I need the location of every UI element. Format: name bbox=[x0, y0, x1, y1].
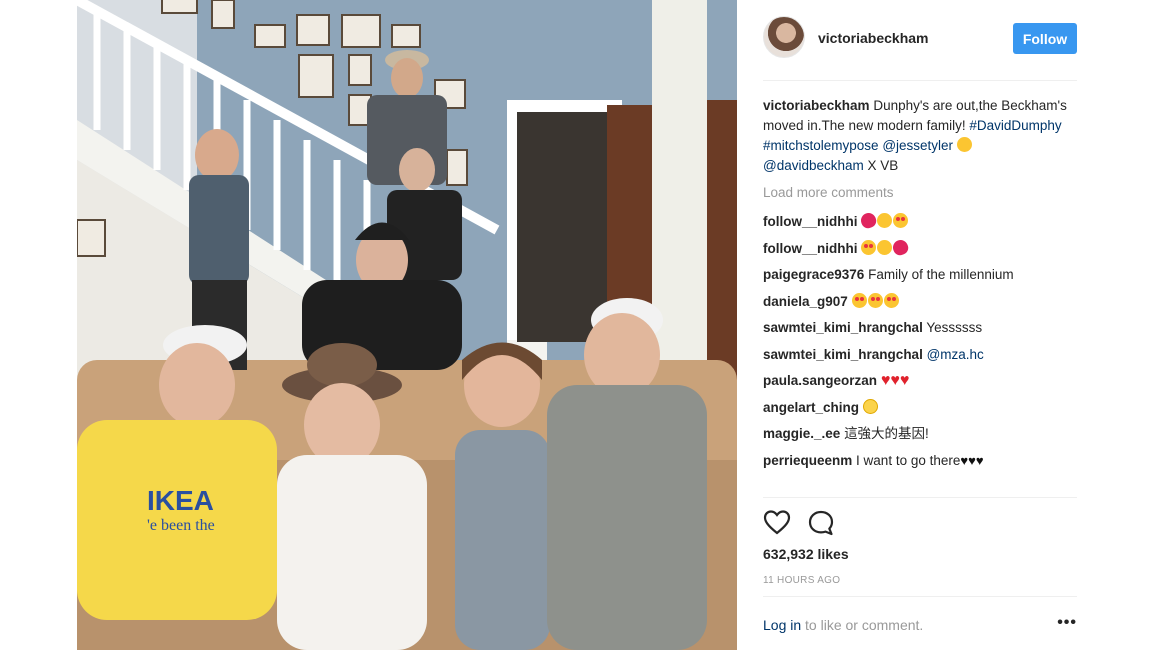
post-timestamp[interactable]: 11 HOURS AGO bbox=[763, 575, 840, 586]
comment-item: paula.sangeorzan ♥♥♥ bbox=[763, 368, 1077, 395]
kissing-emoji-icon bbox=[877, 213, 893, 228]
comment-username[interactable]: follow__nidhhi bbox=[763, 241, 858, 256]
login-link[interactable]: Log in bbox=[763, 617, 801, 633]
comment-item: sawmtei_kimi_hrangchal @mza.hc bbox=[763, 342, 1077, 369]
comment-item: maggie._.ee 這強大的基因! bbox=[763, 421, 1077, 448]
comment-item: follow__nidhhi bbox=[763, 236, 1077, 263]
smile-emoji-icon bbox=[862, 398, 878, 414]
black-heart-emoji-icon: ♥ bbox=[975, 452, 984, 468]
action-bar bbox=[763, 509, 1077, 539]
comment-text: 這強大的基因! bbox=[844, 426, 929, 441]
laughing-emoji-icon bbox=[956, 137, 972, 152]
comments-divider bbox=[763, 497, 1077, 498]
post-header: victoriabeckham Follow bbox=[763, 16, 1077, 60]
post-caption: victoriabeckham Dunphy's are out,the Bec… bbox=[763, 96, 1077, 176]
black-heart-emoji-icon: ♥ bbox=[968, 452, 976, 468]
comment-text: Family of the millennium bbox=[868, 267, 1014, 282]
comment-item: daniela_g907 bbox=[763, 289, 1077, 316]
more-options-icon[interactable]: ••• bbox=[1057, 614, 1077, 632]
lips-emoji-icon bbox=[859, 210, 879, 231]
caption-username[interactable]: victoriabeckham bbox=[763, 98, 870, 113]
post-username[interactable]: victoriabeckham bbox=[818, 30, 929, 46]
mention-davidbeckham[interactable]: @davidbeckham bbox=[763, 158, 864, 173]
comment-username[interactable]: maggie._.ee bbox=[763, 426, 840, 441]
comment-item: angelart_ching bbox=[763, 395, 1077, 422]
comment-text: Yessssss bbox=[926, 320, 983, 335]
comment-item: sawmtei_kimi_hrangchal Yessssss bbox=[763, 315, 1077, 342]
mention-jessetyler[interactable]: @jessetyler bbox=[882, 138, 953, 153]
red-heart-emoji-icon: ♥ bbox=[880, 372, 891, 389]
post-photo[interactable]: IKEA 'e been the bbox=[77, 0, 737, 650]
black-heart-emoji-icon: ♥ bbox=[960, 452, 969, 468]
kissing-emoji-icon bbox=[877, 239, 893, 255]
comment-text: I want to go there bbox=[856, 452, 961, 468]
comment-username[interactable]: paula.sangeorzan bbox=[763, 373, 877, 388]
lips-emoji-icon bbox=[891, 237, 911, 257]
comment-username[interactable]: sawmtei_kimi_hrangchal bbox=[763, 320, 923, 335]
avatar[interactable] bbox=[763, 16, 805, 58]
likes-count[interactable]: 632,932 likes bbox=[763, 546, 849, 562]
comment-username[interactable]: daniela_g907 bbox=[763, 294, 848, 309]
heart-eyes-emoji-icon bbox=[893, 213, 909, 228]
comment-item: follow__nidhhi bbox=[763, 209, 1077, 236]
load-more-comments-link[interactable]: Load more comments bbox=[763, 183, 1077, 203]
login-suffix: to like or comment. bbox=[801, 617, 924, 633]
family-photo-illustration: IKEA 'e been the bbox=[77, 0, 737, 650]
comment-item: paigegrace9376 Family of the millennium bbox=[763, 262, 1077, 289]
red-heart-emoji-icon: ♥ bbox=[899, 372, 910, 389]
comment-username[interactable]: angelart_ching bbox=[763, 400, 859, 415]
login-prompt: Log in to like or comment. ••• bbox=[763, 614, 1077, 633]
comment-username[interactable]: follow__nidhhi bbox=[763, 214, 858, 229]
hashtag-mitchstolemypose[interactable]: #mitchstolemypose bbox=[763, 138, 879, 153]
heart-eyes-emoji-icon bbox=[883, 292, 899, 308]
comment-username[interactable]: perriequeenm bbox=[763, 453, 852, 468]
comment-username[interactable]: sawmtei_kimi_hrangchal bbox=[763, 347, 923, 362]
comments-section: victoriabeckham Dunphy's are out,the Bec… bbox=[763, 96, 1077, 474]
comment-username[interactable]: paigegrace9376 bbox=[763, 267, 864, 282]
post-side-panel: victoriabeckham Follow victoriabeckham D… bbox=[737, 0, 1097, 650]
hashtag-daviddumphy[interactable]: #DavidDumphy bbox=[969, 118, 1061, 133]
shirt-text-line-2: 'e been the bbox=[147, 517, 215, 534]
caption-suffix: X VB bbox=[863, 158, 899, 173]
red-heart-emoji-icon: ♥ bbox=[890, 372, 900, 389]
mention-mza-hc[interactable]: @mza.hc bbox=[927, 347, 984, 362]
header-divider bbox=[763, 80, 1077, 81]
heart-outline-icon[interactable] bbox=[763, 509, 791, 537]
heart-eyes-emoji-icon bbox=[867, 292, 883, 308]
heart-eyes-emoji-icon bbox=[851, 292, 867, 308]
footer-divider bbox=[763, 596, 1077, 597]
shirt-text-line-1: IKEA bbox=[147, 485, 214, 516]
follow-button[interactable]: Follow bbox=[1013, 23, 1077, 54]
comment-item: perriequeenm I want to go there♥♥♥ bbox=[763, 448, 1077, 475]
heart-eyes-emoji-icon bbox=[861, 239, 877, 255]
comment-bubble-icon[interactable] bbox=[807, 509, 835, 537]
